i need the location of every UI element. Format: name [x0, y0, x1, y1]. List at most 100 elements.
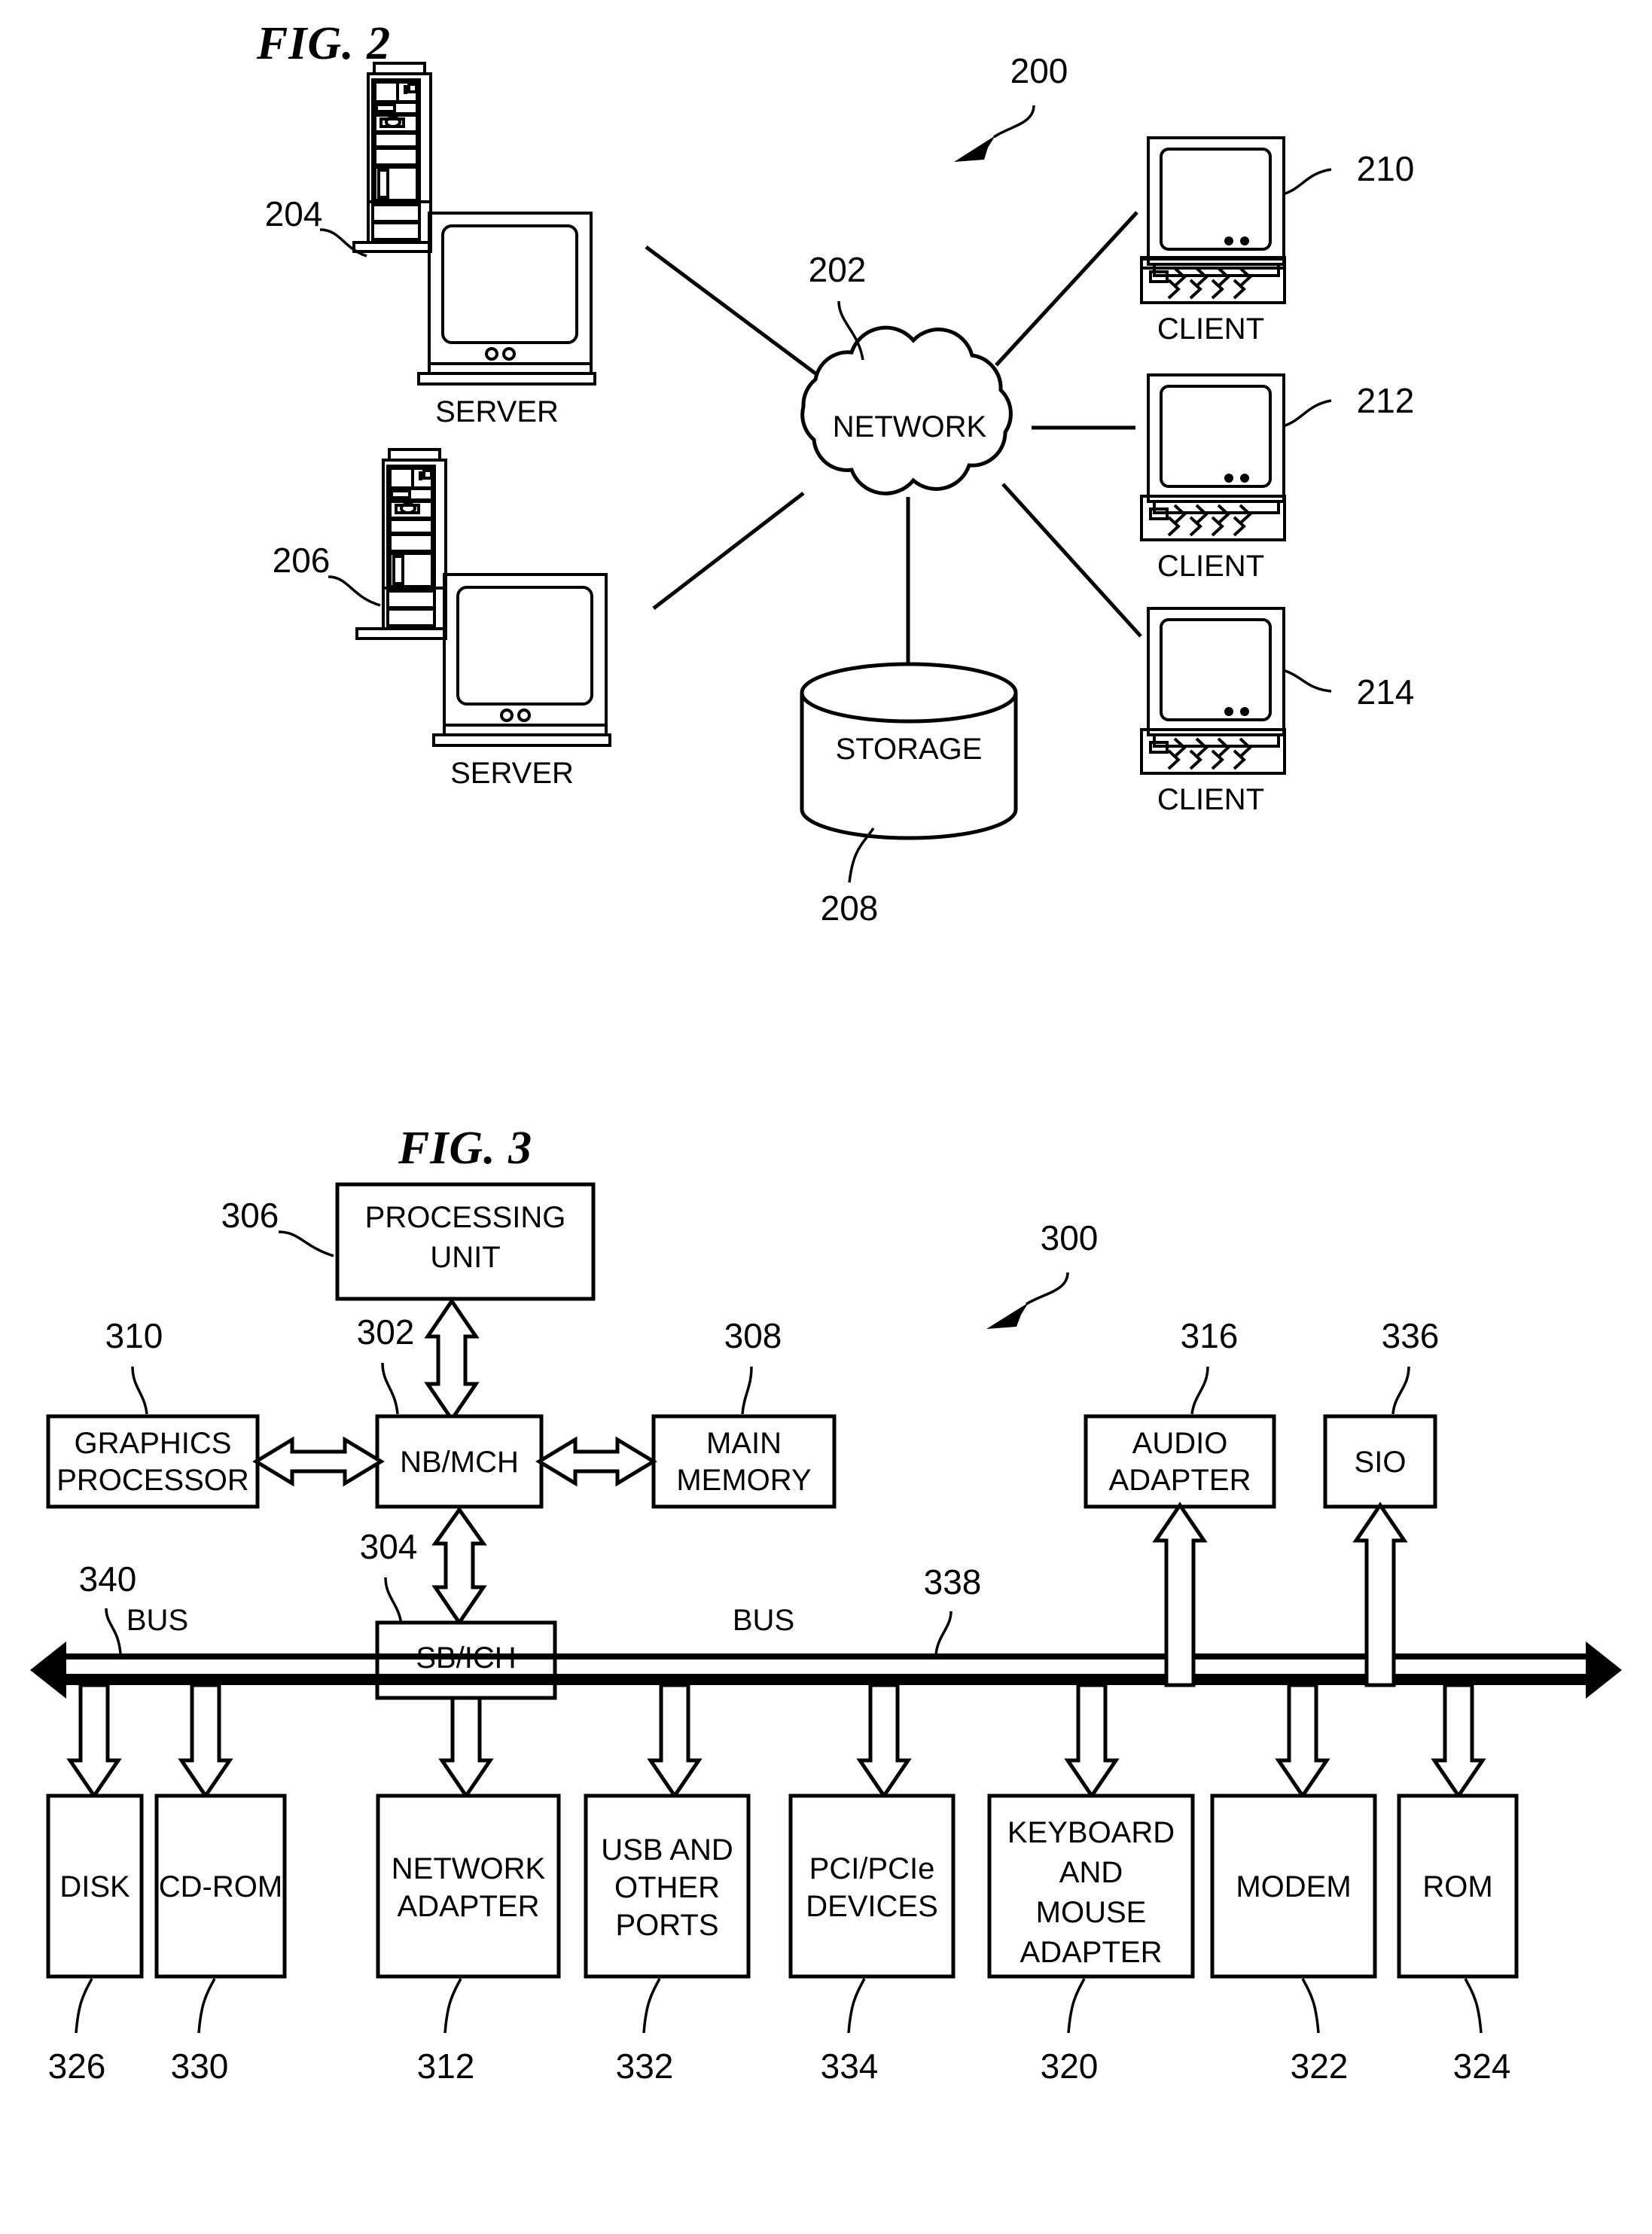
ref-316-leader: [1190, 1366, 1209, 1415]
block-processing-unit: PROCESSING UNIT 306: [221, 1182, 596, 1301]
ref-206-leader: [328, 575, 381, 607]
keyboard-mouse-label-line3: MOUSE: [1036, 1896, 1147, 1929]
ref-340-leader: [105, 1608, 122, 1654]
bus-right-arrowhead: [1586, 1641, 1622, 1699]
bus-left-label: BUS: [126, 1604, 188, 1637]
arrow-sbich-network-adapter: [438, 1696, 494, 1800]
keyboard-mouse-label-line4: ADAPTER: [1020, 1936, 1163, 1969]
client-210-monitor: [1147, 136, 1285, 266]
ref-212-label: 212: [1357, 381, 1415, 420]
ref-322-label: 322: [1291, 2047, 1349, 2086]
server-204-tower: [352, 62, 432, 253]
ref-304-leader: [384, 1577, 403, 1626]
drawing-canvas: FIG. 2 200 SERVER 204 SERVER 206 NETWORK…: [30, 18, 1622, 2086]
ref-324-leader: [1464, 1978, 1483, 2034]
block-rom: ROM 324: [1397, 1794, 1519, 2086]
main-memory-label-line1: MAIN: [706, 1427, 782, 1460]
server-206-label: SERVER: [450, 757, 574, 790]
figure-3-title: FIG. 3: [398, 1123, 532, 1174]
ref-306-label: 306: [221, 1196, 279, 1235]
client-210-label: CLIENT: [1157, 312, 1264, 346]
network-cloud-label: NETWORK: [833, 410, 987, 443]
keyboard-mouse-label-line1: KEYBOARD: [1007, 1816, 1175, 1849]
bus-left-arrowhead: [30, 1641, 66, 1699]
bus-drop-arrows: [66, 1683, 1486, 1800]
storage-label: STORAGE: [836, 733, 983, 766]
arrow-bus-keyboard: [1064, 1683, 1120, 1800]
ref-338-leader: [934, 1611, 952, 1656]
ref-326-label: 326: [48, 2047, 106, 2086]
ref-330-leader: [197, 1978, 216, 2034]
server-206: SERVER 206: [273, 448, 611, 790]
usb-ports-label-line3: PORTS: [615, 1909, 718, 1942]
arrow-gp-nbmch: [252, 1436, 385, 1487]
ref-334-leader: [847, 1978, 866, 2034]
client-214-label: CLIENT: [1157, 783, 1264, 816]
block-usb-ports: USB AND OTHER PORTS 332: [584, 1794, 751, 2086]
client-212: CLIENT 212: [1140, 373, 1415, 583]
link-server206-network: [652, 492, 805, 610]
ref-200-arrowhead: [954, 136, 995, 162]
network-adapter-label-line1: NETWORK: [392, 1852, 546, 1885]
client-214-monitor: [1147, 607, 1285, 736]
server-204: SERVER 204: [265, 62, 596, 428]
ref-320-leader: [1067, 1978, 1086, 2034]
peripheral-blocks-row: DISK 326 CD-ROM 330 NETWORK ADAPTER 312 …: [46, 1794, 1519, 2086]
client-214: CLIENT 214: [1140, 607, 1415, 816]
bus-top-rail: [66, 1653, 1586, 1659]
usb-ports-label-line1: USB AND: [601, 1833, 733, 1867]
ref-302-label: 302: [357, 1312, 415, 1352]
ref-206-label: 206: [273, 541, 331, 580]
block-pci-devices: PCI/PCIe DEVICES 334: [788, 1794, 956, 2086]
pci-devices-label-line1: PCI/PCIe: [809, 1852, 935, 1885]
patent-drawing-sheet: FIG. 2 200 SERVER 204 SERVER 206 NETWORK…: [0, 0, 1652, 2234]
arrow-bus-rom: [1431, 1683, 1486, 1800]
ref-200-leader: [992, 105, 1035, 139]
ref-334-label: 334: [821, 2047, 879, 2086]
link-network-client214: [1001, 483, 1142, 638]
ref-336-leader: [1391, 1366, 1410, 1415]
ref-326-leader: [75, 1978, 93, 2034]
block-audio-adapter: AUDIO ADAPTER 316: [1084, 1316, 1276, 1509]
figure-2-group: FIG. 2 200 SERVER 204 SERVER 206 NETWORK…: [256, 18, 1415, 928]
ref-202-label: 202: [809, 250, 867, 289]
sio-label: SIO: [1355, 1446, 1407, 1479]
ref-330-label: 330: [171, 2047, 229, 2086]
arrow-nbmch-sbich: 304: [360, 1506, 487, 1626]
bus-right-label: BUS: [733, 1604, 794, 1637]
keyboard-mouse-label-line2: AND: [1059, 1856, 1123, 1889]
ref-310-label: 310: [105, 1316, 163, 1355]
ref-340-label: 340: [79, 1559, 137, 1599]
ref-332-label: 332: [616, 2047, 674, 2086]
ref-300-leader: [1026, 1272, 1069, 1306]
ref-332-leader: [642, 1978, 661, 2034]
ref-320-label: 320: [1041, 2047, 1099, 2086]
ref-208-label: 208: [821, 888, 879, 928]
ref-306-leader: [278, 1230, 334, 1257]
processing-unit-label-line2: UNIT: [430, 1241, 500, 1274]
graphics-processor-label-line2: PROCESSOR: [56, 1464, 249, 1497]
client-212-monitor: [1147, 373, 1285, 503]
storage-cylinder: STORAGE 208: [800, 662, 1018, 928]
block-modem: MODEM 322: [1210, 1794, 1377, 2086]
ref-336-label: 336: [1382, 1316, 1440, 1355]
ref-212-leader: [1282, 399, 1332, 428]
pci-devices-label-line2: DEVICES: [806, 1890, 938, 1923]
ref-308-leader: [741, 1366, 753, 1415]
ref-214-label: 214: [1357, 672, 1415, 712]
block-keyboard-mouse-adapter: KEYBOARD AND MOUSE ADAPTER 320: [987, 1794, 1195, 2086]
link-server204-network: [645, 245, 817, 376]
arrow-bus-pci: [856, 1683, 912, 1800]
ref-214-leader: [1282, 669, 1332, 693]
arrow-bus-cdrom: [178, 1683, 233, 1800]
ref-322-leader: [1301, 1978, 1320, 2034]
ref-200-label: 200: [1010, 51, 1068, 90]
arrow-bus-modem: [1275, 1683, 1330, 1800]
disk-label: DISK: [59, 1870, 130, 1903]
ref-316-label: 316: [1181, 1316, 1239, 1355]
ref-310-leader: [131, 1366, 148, 1415]
ref-210-leader: [1282, 168, 1332, 196]
arrow-bus-usb: [647, 1683, 703, 1800]
block-sb-ich: SB/ICH: [375, 1620, 557, 1700]
arrow-pu-nbmch: [424, 1297, 480, 1423]
